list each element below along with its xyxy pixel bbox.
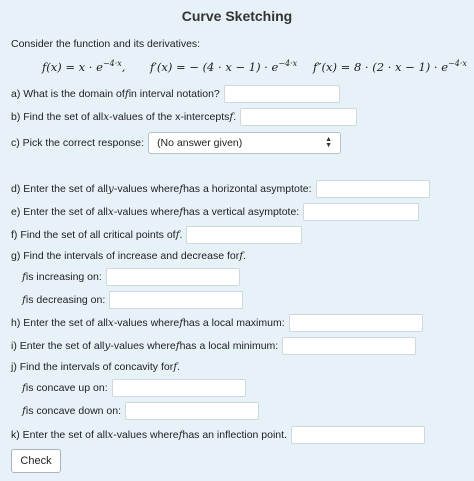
check-button[interactable]: Check — [11, 449, 61, 473]
answer-k-input[interactable] — [290, 426, 425, 444]
formula-f-prime: f′(x) = − (4 · x − 1) · e−4·x — [150, 59, 298, 74]
answer-j-concave-down-input[interactable] — [125, 402, 260, 420]
question-b: b) Find the set of all x -values of the x… — [11, 107, 358, 127]
answer-j-concave-up-input[interactable] — [111, 379, 246, 397]
answer-g-decreasing-input[interactable] — [109, 291, 244, 309]
answer-f-input[interactable] — [186, 226, 303, 244]
answer-c-select[interactable]: (No answer given) ▲ ▼ — [148, 132, 342, 154]
question-j: j) Find the intervals of concavity for f… — [11, 361, 181, 373]
question-g-increasing: f is increasing on: — [22, 267, 240, 287]
question-a: a) What is the domain of f in interval n… — [11, 84, 340, 104]
formula-f: f(x) = x · e−4·x, — [42, 59, 126, 74]
select-arrows-icon: ▲ ▼ — [325, 136, 333, 149]
answer-e-input[interactable] — [303, 203, 420, 221]
question-c: c) Pick the correct response: (No answer… — [11, 132, 342, 154]
question-e: e) Enter the set of all x -values where f… — [11, 202, 420, 222]
question-j-concave-down: f is concave down on: — [22, 401, 260, 421]
question-f: f) Find the set of all critical points o… — [11, 225, 303, 245]
question-i: i) Enter the set of all y -values where f… — [11, 336, 417, 356]
answer-b-input[interactable] — [240, 108, 358, 126]
curve-sketching-panel: Curve Sketching Consider the function an… — [0, 0, 474, 481]
answer-d-input[interactable] — [315, 180, 430, 198]
question-j-concave-up: f is concave up on: — [22, 378, 246, 398]
question-d: d) Enter the set of all y -values where f… — [11, 179, 430, 199]
page-title: Curve Sketching — [181, 8, 293, 24]
question-g: g) Find the intervals of increase and de… — [11, 250, 247, 262]
intro-text: Consider the function and its derivative… — [11, 38, 201, 50]
question-g-decreasing: f is decreasing on: — [22, 290, 244, 310]
question-k: k) Enter the set of all x -values where f… — [11, 425, 425, 445]
answer-g-increasing-input[interactable] — [105, 268, 240, 286]
answer-h-input[interactable] — [288, 314, 423, 332]
answer-a-input[interactable] — [223, 85, 340, 103]
answer-i-input[interactable] — [282, 337, 417, 355]
formula-f-double-prime: f″(x) = 8 · (2 · x − 1) · e−4·x — [313, 59, 467, 74]
question-h: h) Enter the set of all x -values where f… — [11, 313, 423, 333]
